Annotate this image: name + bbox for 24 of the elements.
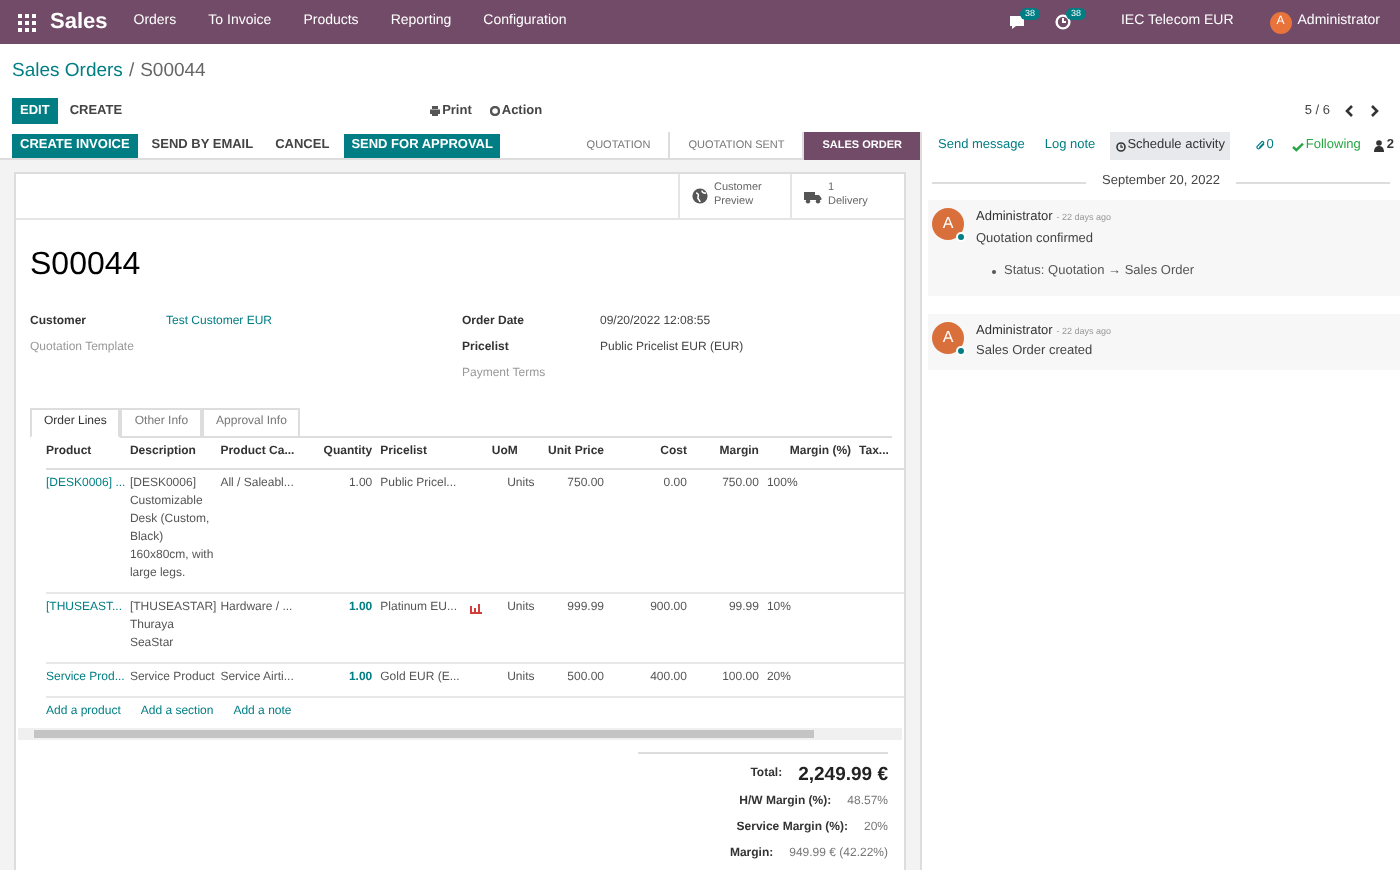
clock-icon	[1054, 14, 1073, 30]
breadcrumb-current: S00044	[140, 58, 206, 86]
online-status-icon	[956, 345, 966, 355]
chevron-right-icon	[1368, 104, 1380, 119]
check-icon	[1291, 141, 1304, 152]
record-title: S00044	[30, 246, 143, 287]
globe-icon	[692, 188, 708, 205]
person-icon	[1374, 140, 1385, 153]
alert-chart-icon	[469, 603, 481, 614]
truck-icon	[804, 189, 822, 204]
horizontal-scrollbar[interactable]	[18, 727, 902, 740]
app-title[interactable]: Sales	[50, 5, 108, 39]
total-value: 2,249.99 €	[798, 761, 888, 790]
online-status-icon	[956, 232, 966, 243]
author-avatar: A	[932, 208, 964, 241]
clock-icon	[1115, 141, 1126, 152]
printer-icon	[430, 106, 441, 117]
app-grid-icon	[18, 13, 36, 31]
breadcrumb-link[interactable]: Sales Orders	[12, 58, 123, 87]
breadcrumb-separator: /	[128, 58, 135, 86]
paperclip-icon	[1256, 140, 1267, 153]
author-avatar: A	[932, 321, 964, 353]
chevron-left-icon	[1344, 104, 1356, 119]
chat-icon	[1008, 14, 1027, 30]
